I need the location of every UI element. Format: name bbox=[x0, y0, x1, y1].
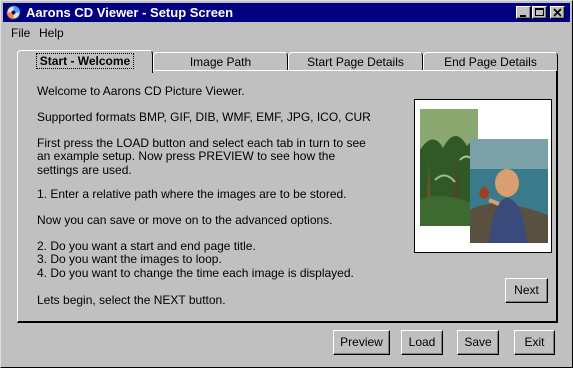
tab-panel: Welcome to Aarons CD Picture Viewer. Sup… bbox=[17, 70, 558, 323]
maximize-button[interactable] bbox=[532, 6, 547, 19]
tab-start-welcome[interactable]: Start - Welcome bbox=[17, 50, 153, 73]
tab-label: Start - Welcome bbox=[35, 53, 135, 69]
step-3-text: 3. Do you want the images to loop. bbox=[37, 252, 222, 266]
sample-photos bbox=[420, 109, 548, 243]
next-button[interactable]: Next bbox=[505, 278, 548, 303]
step-4-text: 4. Do you want to change the time each i… bbox=[37, 266, 354, 280]
menu-help[interactable]: Help bbox=[39, 26, 64, 40]
instructions-line-3: settings are used. bbox=[37, 163, 132, 177]
cd-icon[interactable] bbox=[6, 5, 21, 20]
minimize-button[interactable] bbox=[516, 6, 531, 19]
welcome-text: Welcome to Aarons CD Picture Viewer. bbox=[37, 84, 245, 98]
begin-text: Lets begin, select the NEXT button. bbox=[37, 293, 226, 307]
close-button[interactable] bbox=[550, 6, 565, 19]
tab-end-page-details[interactable]: End Page Details bbox=[423, 52, 558, 72]
title-bar[interactable]: Aarons CD Viewer - Setup Screen bbox=[3, 3, 570, 22]
maximize-icon bbox=[535, 8, 544, 16]
minimize-icon bbox=[520, 15, 526, 17]
instructions-line-1: First press the LOAD button and select e… bbox=[37, 136, 366, 150]
exit-button[interactable]: Exit bbox=[514, 330, 555, 355]
menu-file[interactable]: File bbox=[11, 26, 30, 40]
save-note-text: Now you can save or move on to the advan… bbox=[37, 213, 333, 227]
step-1-text: 1. Enter a relative path where the image… bbox=[37, 187, 347, 201]
tab-label: End Page Details bbox=[444, 55, 537, 69]
app-window: Aarons CD Viewer - Setup Screen File Hel… bbox=[0, 0, 573, 368]
preview-button[interactable]: Preview bbox=[333, 330, 390, 355]
tab-label: Start Page Details bbox=[307, 55, 404, 69]
preview-images bbox=[414, 99, 552, 253]
step-2-text: 2. Do you want a start and end page titl… bbox=[37, 239, 256, 253]
tab-label: Image Path bbox=[189, 55, 252, 69]
menu-bar: File Help bbox=[3, 23, 570, 42]
load-button[interactable]: Load bbox=[401, 330, 443, 355]
save-button[interactable]: Save bbox=[457, 330, 499, 355]
tab-start-page-details[interactable]: Start Page Details bbox=[288, 52, 423, 72]
formats-text: Supported formats BMP, GIF, DIB, WMF, EM… bbox=[37, 110, 371, 124]
tab-image-path[interactable]: Image Path bbox=[153, 52, 288, 72]
window-title: Aarons CD Viewer - Setup Screen bbox=[26, 5, 234, 20]
instructions-line-2: an example setup. Now press PREVIEW to s… bbox=[37, 149, 336, 163]
close-icon bbox=[553, 8, 562, 17]
